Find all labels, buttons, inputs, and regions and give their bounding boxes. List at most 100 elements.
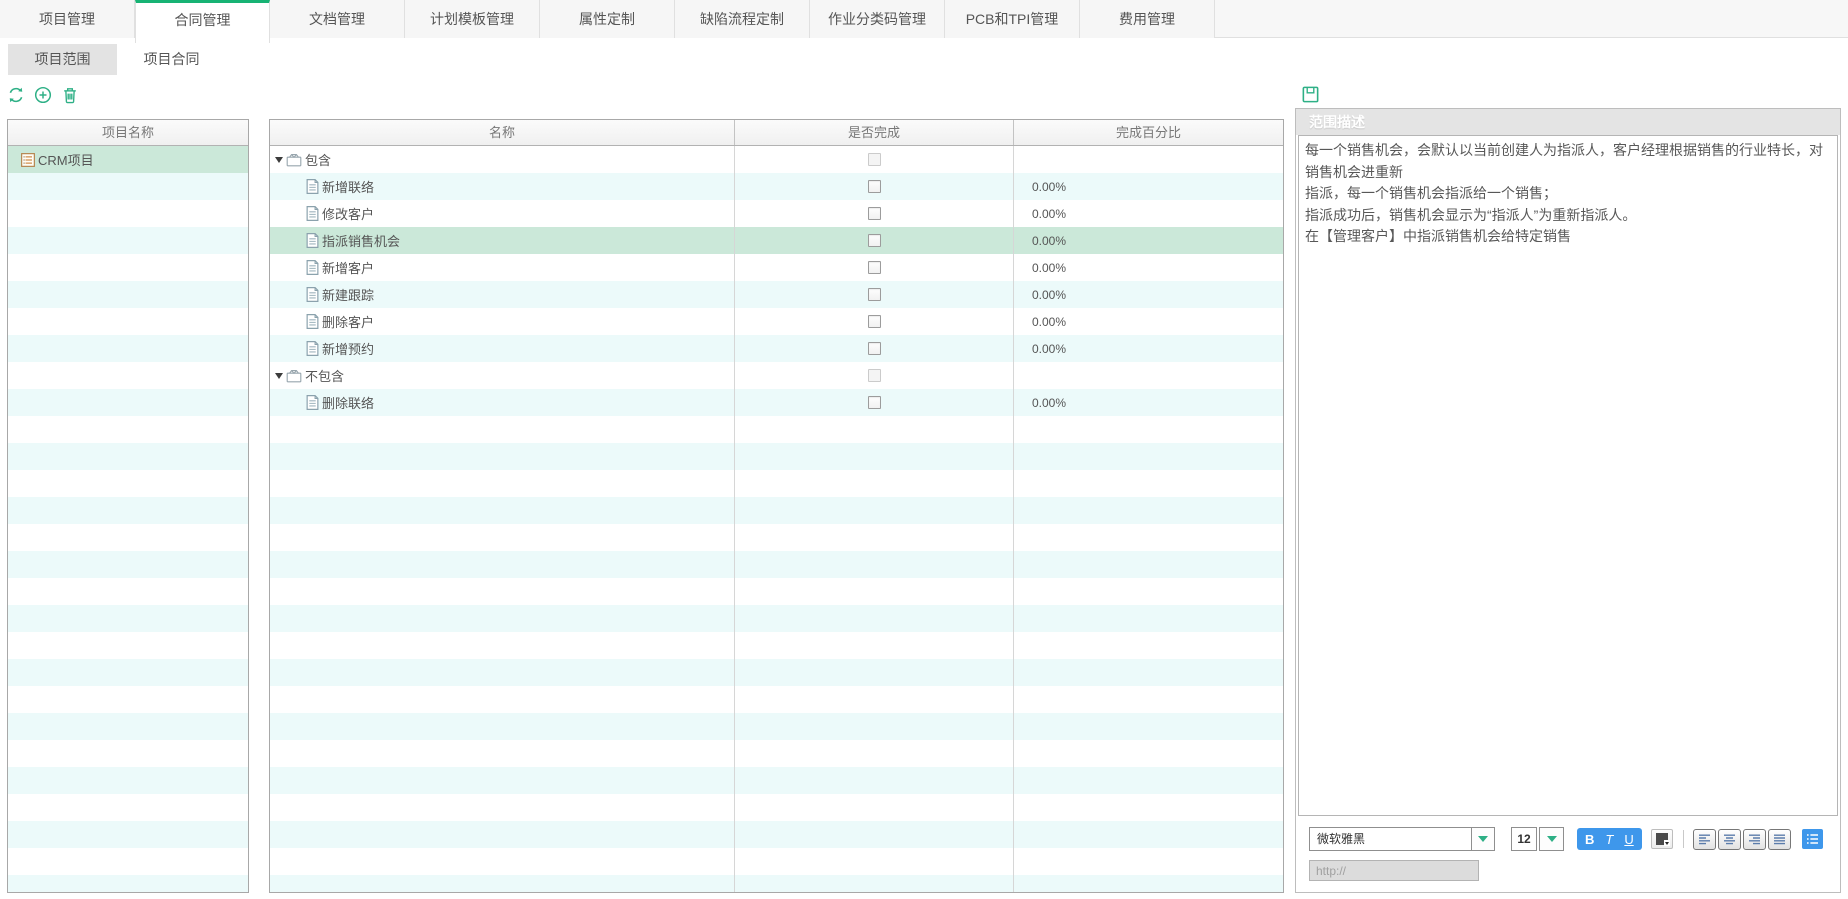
font-size-dropdown-button[interactable] (1539, 827, 1564, 851)
scope-row-percent-cell: 0.00% (1014, 389, 1283, 416)
main-tab-2[interactable]: 文档管理 (270, 0, 405, 38)
main-tab-4[interactable]: 属性定制 (540, 0, 675, 38)
italic-button[interactable]: T (1605, 832, 1613, 847)
align-right-icon (1748, 834, 1761, 845)
empty-row (8, 875, 248, 893)
tree-expand-icon[interactable] (275, 373, 283, 379)
scope-row-name-cell: 包含 (270, 146, 735, 173)
scope-row[interactable]: 修改客户0.00% (270, 200, 1283, 227)
empty-row (270, 848, 1283, 875)
save-icon[interactable] (1302, 86, 1319, 103)
add-icon[interactable] (34, 86, 52, 104)
main-tab-8[interactable]: 费用管理 (1080, 0, 1215, 38)
scope-row-name-cell: 新增客户 (270, 254, 735, 281)
completed-checkbox[interactable] (868, 234, 881, 247)
completed-checkbox[interactable] (868, 288, 881, 301)
empty-row (8, 173, 248, 200)
delete-icon[interactable] (61, 86, 79, 104)
completed-checkbox[interactable] (868, 261, 881, 274)
completed-checkbox[interactable] (868, 342, 881, 355)
scope-row-completed-cell (735, 362, 1014, 389)
doc-icon (306, 179, 319, 194)
doc-icon (306, 314, 319, 329)
refresh-icon[interactable] (7, 86, 25, 104)
scope-row-completed-cell (735, 254, 1014, 281)
sub-tab-1[interactable]: 项目合同 (117, 44, 226, 75)
scope-row[interactable]: 不包含 (270, 362, 1283, 389)
main-tab-6[interactable]: 作业分类码管理 (810, 0, 945, 38)
description-line: 在【管理客户】中指派销售机会给特定销售 (1305, 226, 1831, 248)
main-tab-7[interactable]: PCB和TPI管理 (945, 0, 1080, 38)
scope-row[interactable]: 新增客户0.00% (270, 254, 1283, 281)
url-input[interactable] (1309, 860, 1479, 881)
empty-row (270, 551, 1283, 578)
scope-row-completed-cell (735, 389, 1014, 416)
completed-checkbox[interactable] (868, 207, 881, 220)
scope-action-toolbar (7, 86, 79, 104)
font-family-select[interactable]: 微软雅黑 (1309, 827, 1495, 851)
sub-tab-0[interactable]: 项目范围 (8, 44, 117, 75)
description-line: 指派，每一个销售机会指派给一个销售； (1305, 183, 1831, 205)
main-tab-3[interactable]: 计划模板管理 (405, 0, 540, 38)
empty-row (8, 470, 248, 497)
empty-row (270, 470, 1283, 497)
scope-row[interactable]: 删除联络 0.00% (270, 389, 1283, 416)
unordered-list-button[interactable] (1802, 829, 1823, 849)
scope-row-name-cell: 不包含 (270, 362, 735, 389)
empty-row (270, 740, 1283, 767)
font-family-value: 微软雅黑 (1310, 828, 1471, 850)
project-table: 项目名称 CRM项目 (7, 119, 249, 893)
main-tab-0[interactable]: 项目管理 (0, 0, 135, 38)
folder-icon (286, 369, 302, 383)
scope-description-text[interactable]: 每一个销售机会，会默认以当前创建人为指派人，客户经理根据销售的行业特长，对销售机… (1298, 135, 1838, 816)
scope-row-label: 指派销售机会 (322, 231, 400, 250)
scope-row[interactable]: 指派销售机会0.00% (270, 227, 1283, 254)
editor-toolbar: 微软雅黑 12 B T U (1309, 827, 1823, 851)
scope-row[interactable]: 删除客户0.00% (270, 308, 1283, 335)
bold-button[interactable]: B (1585, 832, 1594, 847)
scope-row-name-cell: 删除联络 (270, 389, 735, 416)
scope-row-completed-cell (735, 335, 1014, 362)
tree-expand-icon[interactable] (275, 157, 283, 163)
description-line: 指派成功后，销售机会显示为“指派人”为重新指派人。 (1305, 205, 1831, 227)
completed-checkbox (868, 153, 881, 166)
scope-table-header: 名称 是否完成 完成百分比 (270, 120, 1283, 146)
empty-row (8, 389, 248, 416)
scope-row-label: 新增联络 (322, 177, 374, 196)
scope-row-name-cell: 修改客户 (270, 200, 735, 227)
scope-row[interactable]: 新增联络 0.00% (270, 173, 1283, 200)
scope-row[interactable]: 新建跟踪0.00% (270, 281, 1283, 308)
align-right-button[interactable] (1743, 829, 1766, 850)
empty-row (8, 281, 248, 308)
empty-row (8, 659, 248, 686)
scope-row[interactable]: 包含 (270, 146, 1283, 173)
align-center-button[interactable] (1718, 829, 1741, 850)
font-color-button[interactable] (1651, 829, 1673, 849)
completed-checkbox[interactable] (868, 396, 881, 409)
scope-row-label: 新增预约 (322, 339, 374, 358)
align-left-button[interactable] (1693, 829, 1716, 850)
completed-checkbox[interactable] (868, 180, 881, 193)
main-tab-5[interactable]: 缺陷流程定制 (675, 0, 810, 38)
completed-checkbox[interactable] (868, 315, 881, 328)
empty-row (8, 524, 248, 551)
font-size-value[interactable]: 12 (1511, 827, 1537, 851)
scope-row-name-cell: 新增预约 (270, 335, 735, 362)
underline-button[interactable]: U (1624, 832, 1633, 847)
project-row[interactable]: CRM项目 (8, 146, 248, 173)
scope-row-percent-cell (1014, 362, 1283, 389)
scope-row-label: 删除联络 (322, 393, 374, 412)
align-justify-button[interactable] (1768, 829, 1791, 850)
scope-row[interactable]: 新增预约0.00% (270, 335, 1283, 362)
scope-row-label: 新建跟踪 (322, 285, 374, 304)
text-style-group: B T U (1577, 828, 1642, 850)
empty-row (270, 659, 1283, 686)
main-tab-1[interactable]: 合同管理 (135, 0, 270, 43)
scope-row-percent-cell: 0.00% (1014, 173, 1283, 200)
empty-row (270, 524, 1283, 551)
empty-row (8, 308, 248, 335)
toolbar-divider (1683, 830, 1684, 848)
description-line: 每一个销售机会，会默认以当前创建人为指派人，客户经理根据销售的行业特长，对销售机… (1305, 140, 1831, 183)
doc-icon (306, 233, 319, 248)
font-family-dropdown-button[interactable] (1471, 828, 1494, 850)
